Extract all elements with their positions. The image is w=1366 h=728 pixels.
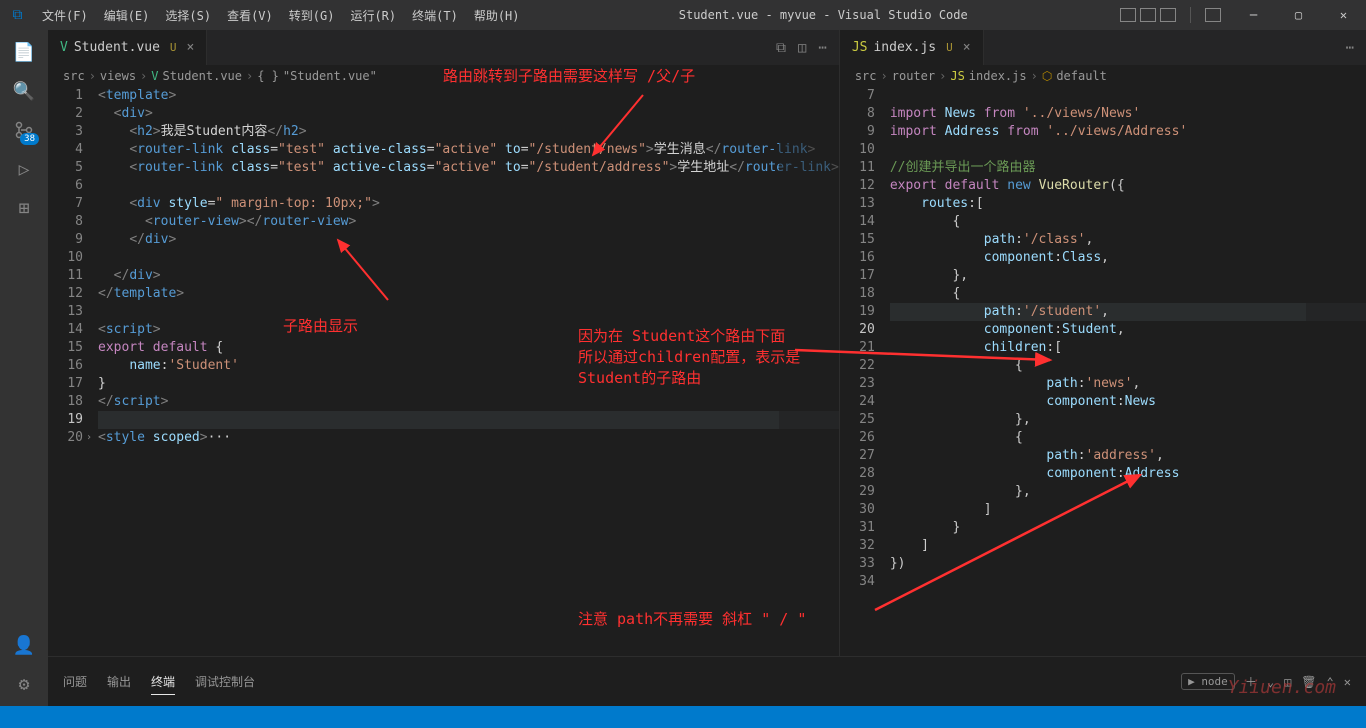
- left-editor-group: V Student.vue U × ⧉ ◫ ⋯ src› views› VStu…: [48, 30, 839, 706]
- more-icon[interactable]: ⋯: [818, 40, 826, 56]
- left-code-editor[interactable]: 1234567891011121314151617181920 <templat…: [48, 87, 839, 706]
- watermark: Yiiuen.com: [1228, 677, 1336, 698]
- layout-controls[interactable]: [1120, 8, 1176, 22]
- debug-icon[interactable]: ▷: [12, 157, 36, 181]
- breadcrumb-left[interactable]: src› views› VStudent.vue› { }"Student.vu…: [48, 65, 839, 87]
- more-icon[interactable]: ⋯: [1346, 40, 1354, 56]
- extensions-icon[interactable]: ⊞: [12, 196, 36, 220]
- menu-view[interactable]: 查看(V): [220, 7, 280, 24]
- tab-index-js[interactable]: JS index.js U ×: [840, 30, 984, 65]
- minimap[interactable]: [1306, 87, 1366, 706]
- minimize-button[interactable]: ─: [1231, 0, 1276, 30]
- search-icon[interactable]: 🔍: [12, 79, 36, 103]
- panel-tab-problems[interactable]: 问题: [63, 669, 87, 694]
- js-file-icon: JS: [852, 40, 868, 55]
- window-title: Student.vue - myvue - Visual Studio Code: [527, 8, 1121, 22]
- right-editor-group: JS index.js U × ⋯ src› router› JSindex.j…: [839, 30, 1366, 706]
- breadcrumb-right[interactable]: src› router› JSindex.js› ⬡default: [840, 65, 1366, 87]
- menu-file[interactable]: 文件(F): [35, 7, 95, 24]
- tab-modified-indicator: U: [170, 41, 177, 54]
- layout-toggle-icon[interactable]: [1205, 8, 1221, 22]
- menu-edit[interactable]: 编辑(E): [97, 7, 157, 24]
- tab-close-icon[interactable]: ×: [187, 40, 195, 55]
- menu-run[interactable]: 运行(R): [343, 7, 403, 24]
- settings-icon[interactable]: ⚙: [12, 672, 36, 696]
- tab-student-vue[interactable]: V Student.vue U ×: [48, 30, 207, 65]
- panel-tab-output[interactable]: 输出: [107, 669, 131, 694]
- vscode-logo: ⧉: [0, 7, 35, 23]
- main-menu: 文件(F) 编辑(E) 选择(S) 查看(V) 转到(G) 运行(R) 终端(T…: [35, 7, 527, 24]
- source-control-icon[interactable]: 38: [12, 118, 36, 142]
- menu-go[interactable]: 转到(G): [282, 7, 342, 24]
- tab-modified-indicator: U: [946, 41, 953, 54]
- minimap[interactable]: [779, 87, 839, 706]
- account-icon[interactable]: 👤: [12, 633, 36, 657]
- explorer-icon[interactable]: 📄: [12, 40, 36, 64]
- scm-badge: 38: [20, 133, 39, 145]
- tab-label: Student.vue: [74, 40, 160, 55]
- panel-tab-debug-console[interactable]: 调试控制台: [195, 669, 255, 694]
- close-button[interactable]: ✕: [1321, 0, 1366, 30]
- menu-terminal[interactable]: 终端(T): [405, 7, 465, 24]
- vue-file-icon: V: [60, 40, 68, 55]
- compare-icon[interactable]: ⧉: [776, 40, 786, 56]
- tab-close-icon[interactable]: ×: [963, 40, 971, 55]
- right-code-editor[interactable]: 7891011121314151617181920212223242526272…: [840, 87, 1366, 706]
- panel-tab-terminal[interactable]: 终端: [151, 669, 175, 695]
- maximize-button[interactable]: ▢: [1276, 0, 1321, 30]
- menu-selection[interactable]: 选择(S): [158, 7, 218, 24]
- tab-label: index.js: [873, 40, 936, 55]
- menu-help[interactable]: 帮助(H): [467, 7, 527, 24]
- split-icon[interactable]: ◫: [798, 40, 806, 56]
- bottom-panel: 问题 输出 终端 调试控制台 ▶ node ＋ ⌄ ◫ 🗑 ⌃ ✕: [48, 656, 1366, 706]
- activity-bar: 📄 🔍 38 ▷ ⊞ 👤 ⚙: [0, 30, 48, 706]
- close-panel-icon[interactable]: ✕: [1344, 675, 1351, 689]
- status-bar: [0, 706, 1366, 728]
